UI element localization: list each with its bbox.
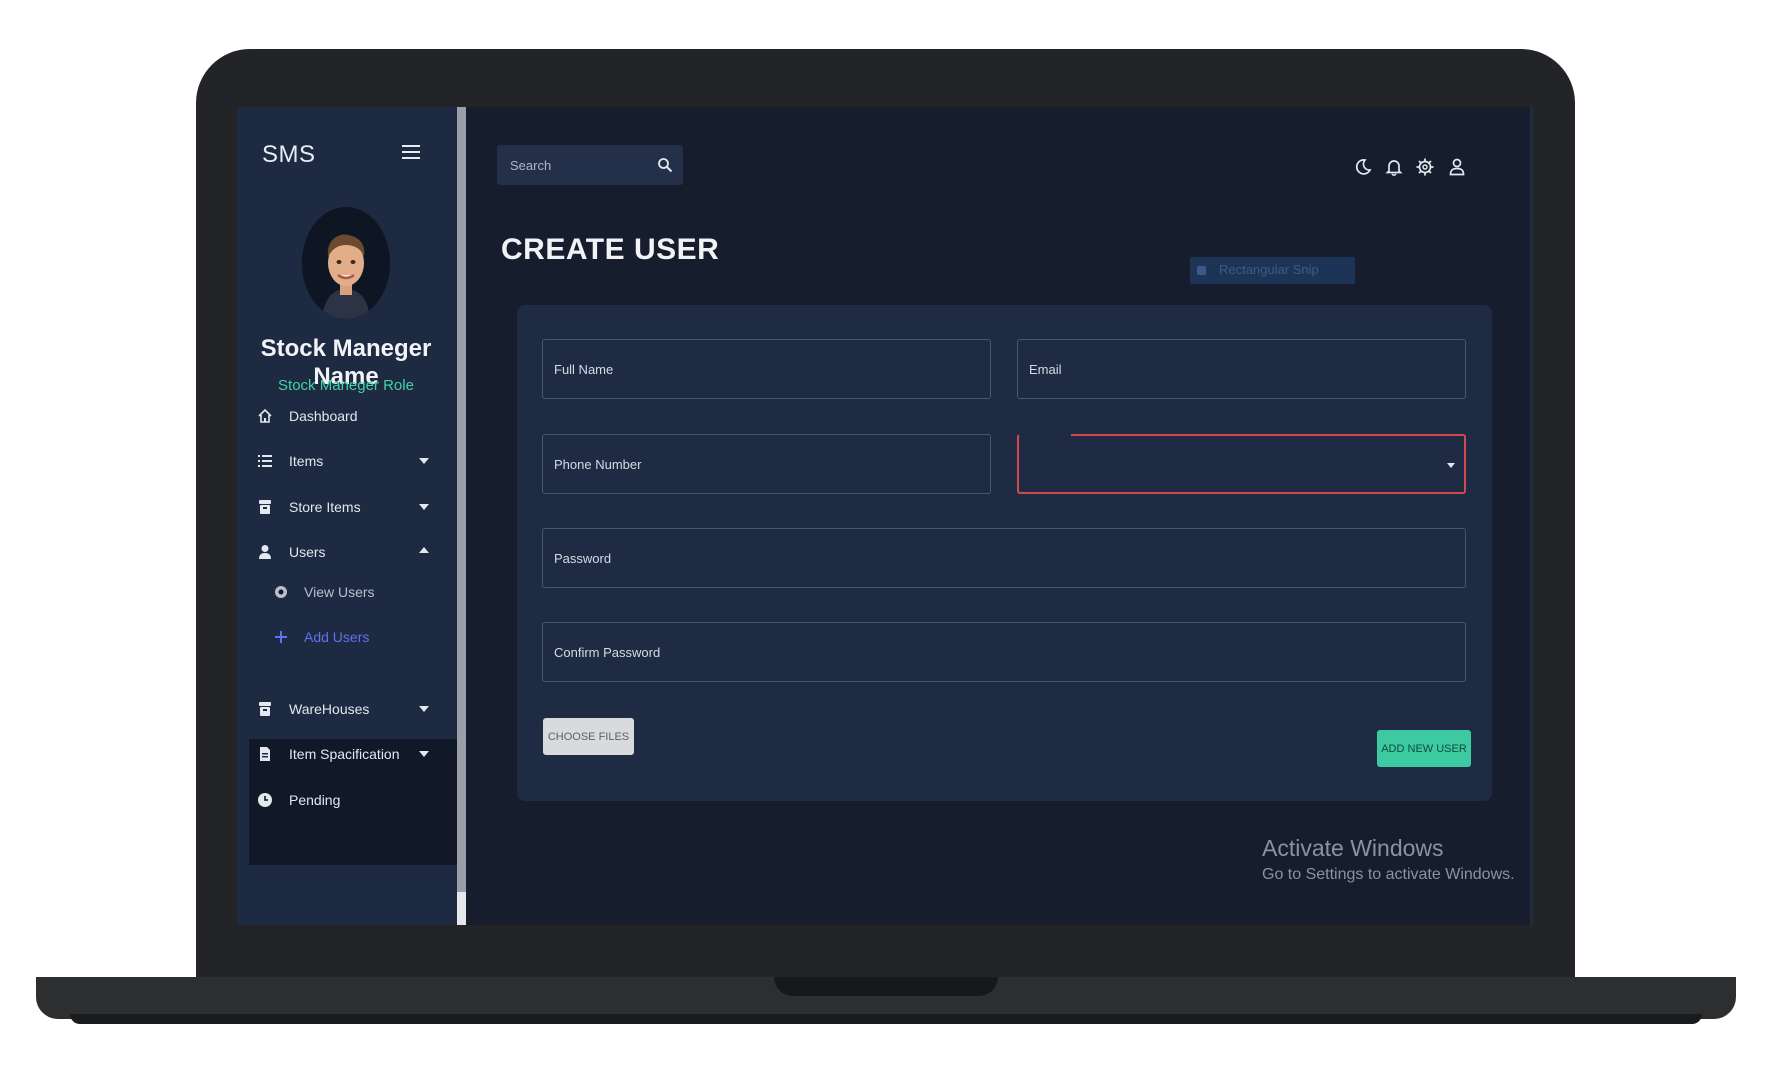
laptop-notch bbox=[774, 977, 998, 996]
phone-number-field bbox=[542, 434, 991, 494]
sidebar-item-label: Dashboard bbox=[289, 408, 358, 424]
avatar bbox=[302, 207, 390, 319]
plus-icon bbox=[275, 631, 287, 643]
confirm-password-input[interactable] bbox=[543, 623, 1465, 681]
warehouse-icon bbox=[259, 702, 271, 716]
sidebar-item-item-spacification[interactable]: Item Spacification bbox=[237, 734, 457, 774]
screen: SMS Stock Maneger Name Stock Maneger Rol… bbox=[237, 107, 1533, 925]
submenu-item-label: View Users bbox=[304, 584, 375, 600]
sidebar-item-label: Items bbox=[289, 453, 324, 469]
full-name-input[interactable] bbox=[543, 340, 990, 398]
screen-edge bbox=[1530, 107, 1533, 925]
page-title: CREATE USER bbox=[501, 233, 720, 266]
user-icon bbox=[259, 545, 271, 559]
sidebar-item-warehouses[interactable]: WareHouses bbox=[237, 689, 457, 729]
chevron-down-icon bbox=[1447, 463, 1455, 468]
chevron-down-icon bbox=[419, 751, 429, 757]
full-name-field bbox=[542, 339, 991, 399]
add-new-user-button[interactable]: ADD NEW USER bbox=[1377, 730, 1471, 767]
snip-label: Rectangular Snip bbox=[1219, 262, 1319, 277]
brand-title: SMS bbox=[262, 141, 316, 168]
sidebar-item-label: WareHouses bbox=[289, 701, 370, 717]
snip-icon bbox=[1197, 266, 1206, 275]
sidebar: SMS Stock Maneger Name Stock Maneger Rol… bbox=[237, 107, 457, 925]
password-input[interactable] bbox=[543, 529, 1465, 587]
role-select[interactable] bbox=[1017, 434, 1466, 494]
store-icon bbox=[259, 500, 271, 514]
choose-files-button[interactable]: CHOOSE FILES bbox=[543, 718, 634, 755]
sidebar-item-items[interactable]: Items bbox=[237, 441, 457, 481]
confirm-password-field bbox=[542, 622, 1466, 682]
sidebar-item-dashboard[interactable]: Dashboard bbox=[237, 396, 457, 436]
profile-role: Stock Maneger Role bbox=[278, 377, 414, 394]
moon-icon[interactable] bbox=[1353, 157, 1373, 177]
account-icon[interactable] bbox=[1447, 157, 1467, 177]
eye-icon bbox=[275, 586, 287, 598]
activate-subtitle: Go to Settings to activate Windows. bbox=[1262, 866, 1515, 883]
chevron-down-icon bbox=[419, 706, 429, 712]
gear-icon[interactable] bbox=[1415, 157, 1435, 177]
chevron-up-icon bbox=[419, 547, 429, 553]
search-box bbox=[497, 145, 683, 185]
bell-icon[interactable] bbox=[1384, 157, 1404, 177]
chevron-down-icon bbox=[419, 458, 429, 464]
document-icon bbox=[260, 747, 270, 761]
activate-windows-watermark: Activate Windows Go to Settings to activ… bbox=[1262, 835, 1515, 884]
sidebar-item-store-items[interactable]: Store Items bbox=[237, 487, 457, 527]
activate-title: Activate Windows bbox=[1262, 835, 1444, 861]
home-icon bbox=[258, 408, 272, 423]
sidebar-item-label: Pending bbox=[289, 792, 341, 808]
laptop-base-shadow bbox=[70, 1014, 1702, 1024]
sidebar-item-label: Store Items bbox=[289, 499, 361, 515]
submenu-item-add-users[interactable]: Add Users bbox=[249, 619, 445, 655]
hamburger-menu-icon[interactable] bbox=[402, 145, 420, 161]
phone-number-input[interactable] bbox=[543, 435, 990, 493]
sidebar-scrollbar-thumb[interactable] bbox=[457, 892, 466, 925]
list-icon bbox=[258, 455, 272, 467]
chevron-down-icon bbox=[419, 504, 429, 510]
email-field bbox=[1017, 339, 1466, 399]
sidebar-item-label: Item Spacification bbox=[289, 746, 400, 762]
submenu-item-view-users[interactable]: View Users bbox=[249, 574, 445, 610]
sidebar-item-users[interactable]: Users bbox=[237, 532, 457, 572]
search-icon[interactable] bbox=[657, 157, 673, 173]
sidebar-scrollbar[interactable] bbox=[457, 107, 466, 925]
create-user-form: CHOOSE FILES ADD NEW USER bbox=[517, 305, 1492, 801]
sidebar-item-pending[interactable]: Pending bbox=[237, 780, 457, 820]
search-input[interactable] bbox=[497, 145, 647, 185]
snip-tool-badge: Rectangular Snip bbox=[1190, 257, 1355, 284]
clock-icon bbox=[258, 793, 272, 807]
sidebar-item-label: Users bbox=[289, 544, 326, 560]
submenu-item-label: Add Users bbox=[304, 629, 370, 645]
email-input[interactable] bbox=[1018, 340, 1465, 398]
password-field bbox=[542, 528, 1466, 588]
select-label-gap bbox=[1019, 434, 1071, 436]
